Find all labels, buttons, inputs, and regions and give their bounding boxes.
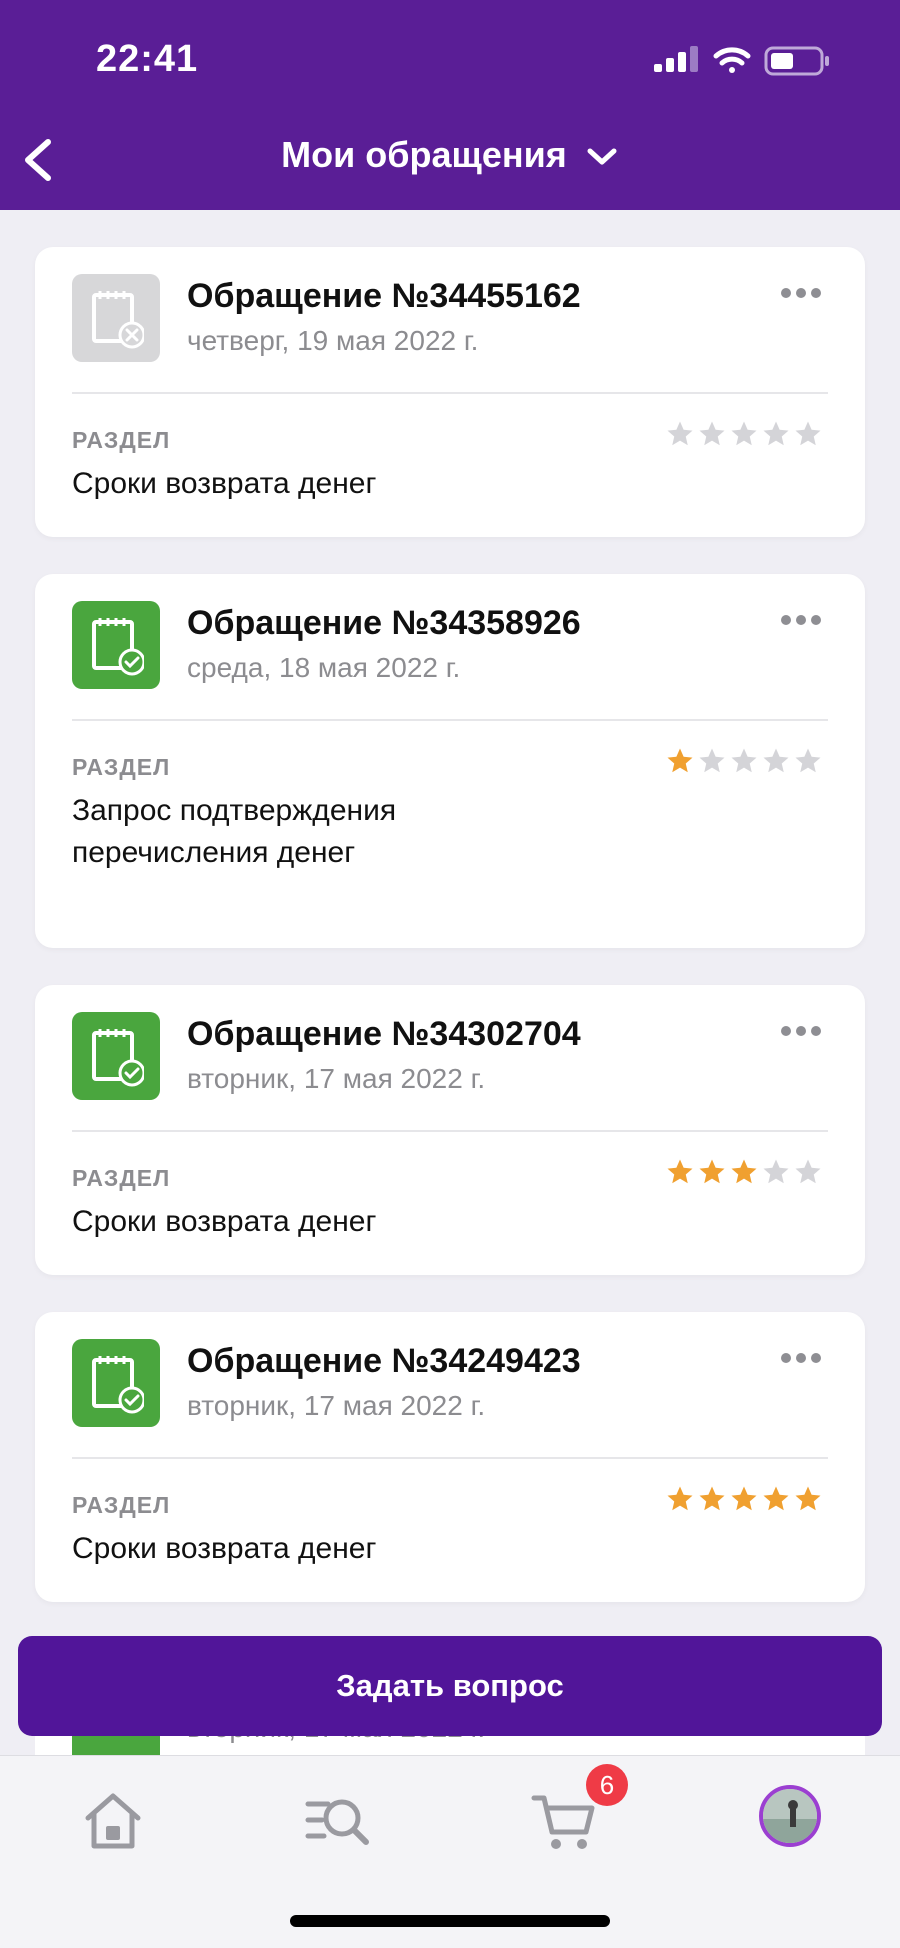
signal-icon (654, 46, 698, 72)
divider (72, 719, 828, 721)
ticket-card[interactable]: Обращение №34249423 вторник, 17 мая 2022… (35, 1312, 865, 1602)
ticket-date: среда, 18 мая 2022 г. (187, 652, 461, 683)
section-value: Запрос подтверждения перечисления денег (72, 794, 397, 869)
ticket-title: Обращение №34302704 (187, 1015, 581, 1053)
ticket-date: четверг, 19 мая 2022 г. (187, 325, 479, 356)
divider (72, 1457, 828, 1459)
rating-stars[interactable] (665, 746, 823, 776)
page-title: Мои обращения (281, 134, 567, 175)
star-empty-icon[interactable] (793, 419, 823, 449)
divider (72, 1130, 828, 1132)
ticket-card[interactable]: Обращение №34358926 среда, 18 мая 2022 г… (35, 574, 865, 948)
rating-stars[interactable] (665, 419, 823, 449)
star-empty-icon[interactable] (793, 1157, 823, 1187)
app-header: 22:41 Мои обращения (0, 0, 900, 210)
ticket-title: Обращение №34455162 (187, 277, 581, 315)
star-filled-icon[interactable] (697, 1157, 727, 1187)
star-empty-icon[interactable] (761, 419, 791, 449)
ticket-title: Обращение №34358926 (187, 604, 581, 642)
chevron-down-icon (587, 148, 617, 165)
home-icon (85, 1793, 141, 1849)
battery-icon (764, 46, 829, 76)
home-indicator (290, 1915, 610, 1927)
tab-catalog[interactable] (302, 1786, 372, 1856)
ticket-resolved-icon (72, 601, 160, 689)
star-filled-icon[interactable] (665, 1157, 695, 1187)
status-icons (654, 42, 844, 82)
star-empty-icon[interactable] (697, 419, 727, 449)
more-options-icon[interactable] (781, 285, 829, 301)
star-empty-icon[interactable] (761, 1157, 791, 1187)
section-value: Сроки возврата денег (72, 1205, 377, 1238)
section-label: РАЗДЕЛ (72, 754, 171, 780)
more-options-icon[interactable] (781, 612, 829, 628)
section-value: Сроки возврата денег (72, 467, 377, 500)
star-filled-icon[interactable] (729, 1157, 759, 1187)
star-empty-icon[interactable] (793, 746, 823, 776)
rating-stars[interactable] (665, 1484, 823, 1514)
more-options-icon[interactable] (781, 1023, 829, 1039)
section-label: РАЗДЕЛ (72, 1492, 171, 1518)
ticket-title: Обращение №34249423 (187, 1342, 581, 1380)
ticket-closed-icon (72, 274, 160, 362)
catalog-search-icon (305, 1799, 369, 1845)
section-label: РАЗДЕЛ (72, 1165, 171, 1191)
ask-question-button[interactable]: Задать вопрос (18, 1636, 882, 1736)
star-empty-icon[interactable] (729, 746, 759, 776)
star-filled-icon[interactable] (761, 1484, 791, 1514)
ticket-card[interactable]: Обращение №34455162 четверг, 19 мая 2022… (35, 247, 865, 537)
star-filled-icon[interactable] (793, 1484, 823, 1514)
wifi-icon (713, 47, 751, 73)
divider (72, 392, 828, 394)
section-value: Сроки возврата денег (72, 1532, 377, 1565)
star-empty-icon[interactable] (665, 419, 695, 449)
star-filled-icon[interactable] (665, 1484, 695, 1514)
rating-stars[interactable] (665, 1157, 823, 1187)
ticket-resolved-icon (72, 1012, 160, 1100)
star-filled-icon[interactable] (697, 1484, 727, 1514)
star-empty-icon[interactable] (729, 419, 759, 449)
ticket-date: вторник, 17 мая 2022 г. (187, 1063, 486, 1094)
more-options-icon[interactable] (781, 1350, 829, 1366)
page-title-dropdown[interactable]: Мои обращения (0, 134, 900, 176)
ticket-date: вторник, 17 мая 2022 г. (187, 1390, 486, 1421)
ticket-card[interactable]: Обращение №34302704 вторник, 17 мая 2022… (35, 985, 865, 1275)
star-filled-icon[interactable] (665, 746, 695, 776)
star-empty-icon[interactable] (761, 746, 791, 776)
status-time: 22:41 (96, 38, 199, 80)
section-label: РАЗДЕЛ (72, 427, 171, 453)
star-filled-icon[interactable] (729, 1484, 759, 1514)
tab-home[interactable] (78, 1786, 148, 1856)
ticket-resolved-icon (72, 1339, 160, 1427)
cart-badge: 6 (586, 1764, 628, 1806)
profile-avatar[interactable] (759, 1785, 821, 1847)
star-empty-icon[interactable] (697, 746, 727, 776)
